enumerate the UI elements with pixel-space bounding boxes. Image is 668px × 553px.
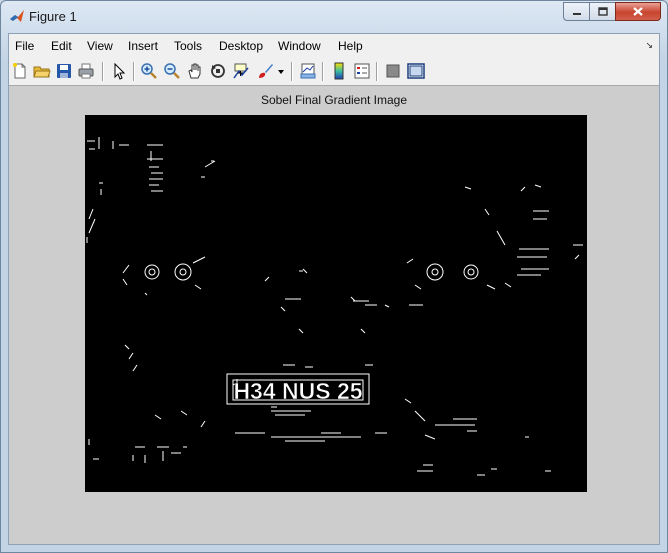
- open-file-icon[interactable]: [33, 62, 51, 80]
- window-title: Figure 1: [29, 9, 77, 24]
- title-bar[interactable]: Figure 1: [1, 1, 667, 31]
- plot-title: Sobel Final Gradient Image: [260, 93, 408, 107]
- figure-window: Figure 1 File Edit View Insert Tools Des…: [0, 0, 668, 553]
- new-figure-icon[interactable]: [11, 62, 29, 80]
- zoom-in-icon[interactable]: [140, 62, 158, 80]
- close-icon: [633, 7, 643, 16]
- minimize-icon: [572, 12, 581, 15]
- insert-legend-icon[interactable]: [353, 62, 371, 80]
- data-cursor-icon[interactable]: [232, 62, 250, 80]
- hide-plot-tools-icon[interactable]: [384, 62, 402, 80]
- maximize-icon: [597, 7, 608, 16]
- save-icon[interactable]: [55, 62, 73, 80]
- menu-insert[interactable]: Insert: [128, 39, 158, 53]
- edit-plot-icon[interactable]: [110, 62, 128, 80]
- license-plate-text: H34 NUS 25: [233, 378, 362, 404]
- link-plot-icon[interactable]: [299, 62, 317, 80]
- print-icon[interactable]: [77, 62, 95, 80]
- menu-file[interactable]: File: [15, 39, 34, 53]
- matlab-logo-icon: [10, 10, 24, 22]
- menu-view[interactable]: View: [87, 39, 113, 53]
- toolbar-separator: [102, 62, 104, 81]
- menu-bar: File Edit View Insert Tools Desktop Wind…: [9, 34, 659, 59]
- chevron-down-icon[interactable]: [276, 62, 286, 80]
- toolbar-separator: [291, 62, 293, 81]
- show-plot-tools-icon[interactable]: [407, 62, 425, 80]
- menu-help[interactable]: Help: [338, 39, 363, 53]
- figure-canvas[interactable]: Sobel Final Gradient Image H34 NUS 25: [9, 86, 659, 544]
- toolbar-separator: [133, 62, 135, 81]
- maximize-button[interactable]: [589, 2, 616, 21]
- menu-desktop[interactable]: Desktop: [219, 39, 263, 53]
- zoom-out-icon[interactable]: [163, 62, 181, 80]
- figure-toolbar: [9, 58, 659, 86]
- dock-arrow-icon[interactable]: ↘: [645, 40, 653, 51]
- brush-icon[interactable]: [256, 62, 274, 80]
- close-button[interactable]: [615, 2, 661, 21]
- insert-colorbar-icon[interactable]: [330, 62, 348, 80]
- menu-tools[interactable]: Tools: [174, 39, 202, 53]
- toolbar-separator: [322, 62, 324, 81]
- edge-image-axes[interactable]: H34 NUS 25: [85, 115, 587, 492]
- sobel-edge-image: H34 NUS 25: [86, 137, 583, 476]
- menu-window[interactable]: Window: [278, 39, 321, 53]
- rotate-3d-icon[interactable]: [209, 62, 227, 80]
- menu-edit[interactable]: Edit: [51, 39, 72, 53]
- toolbar-separator: [376, 62, 378, 81]
- pan-icon[interactable]: [186, 62, 204, 80]
- minimize-button[interactable]: [563, 2, 590, 21]
- window-bottom-border: [1, 546, 667, 552]
- figure-client-area: File Edit View Insert Tools Desktop Wind…: [8, 33, 660, 545]
